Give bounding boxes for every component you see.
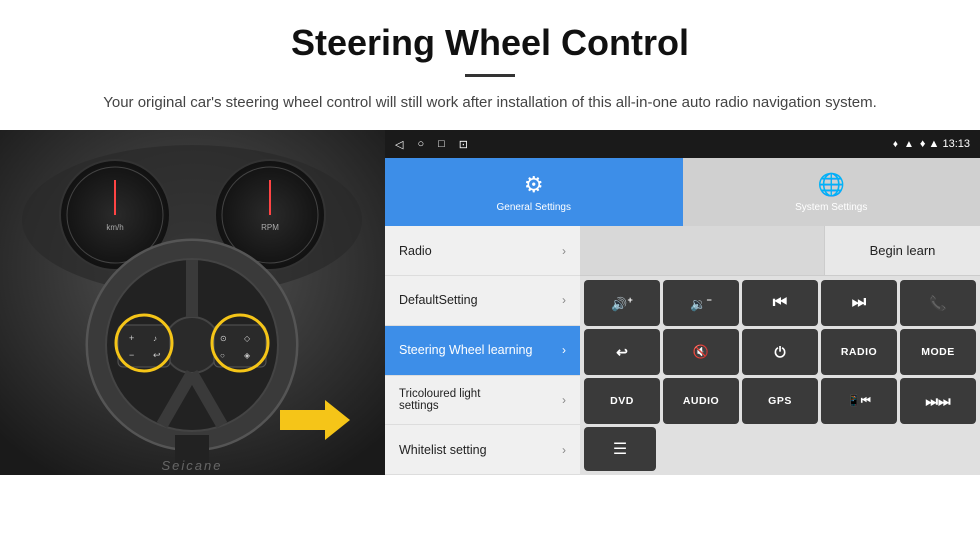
svg-text:◇: ◇ — [244, 334, 251, 343]
page-title: Steering Wheel Control — [40, 22, 940, 64]
phone-prev-icon: 📱⏮ — [847, 394, 871, 408]
audio-button[interactable]: AUDIO — [663, 378, 739, 424]
empty-input-box — [580, 226, 825, 275]
chevron-icon: › — [562, 293, 566, 307]
skip-fwd-icon: ⏭⏭ — [925, 393, 950, 410]
svg-text:♪: ♪ — [153, 334, 157, 343]
svg-text:+: + — [129, 333, 134, 343]
btn-row-3: DVD AUDIO GPS 📱⏮ — [584, 378, 976, 424]
dvd-label: DVD — [610, 395, 634, 407]
power-button[interactable]: ⏻ — [742, 329, 818, 375]
back-icon: ↩ — [616, 344, 628, 361]
right-panel: Begin learn 🔊+ 🔉− — [580, 226, 980, 475]
subtitle-text: Your original car's steering wheel contr… — [80, 91, 900, 114]
menu-default-label: DefaultSetting — [399, 293, 562, 307]
next-track-icon: ⏭ — [852, 294, 866, 312]
next-track-button[interactable]: ⏭ — [821, 280, 897, 326]
svg-text:⊙: ⊙ — [220, 334, 227, 343]
chevron-icon: › — [562, 443, 566, 457]
list-button[interactable]: ☰ — [584, 427, 656, 471]
menu-item-steering[interactable]: Steering Wheel learning › — [385, 326, 580, 376]
title-divider — [465, 74, 515, 77]
mode-button[interactable]: MODE — [900, 329, 976, 375]
gear-icon: ⚙ — [524, 172, 544, 198]
phone-prev-button[interactable]: 📱⏮ — [821, 378, 897, 424]
settings-body: Radio › DefaultSetting › Steering Wheel … — [385, 226, 980, 475]
list-icon: ☰ — [613, 439, 627, 459]
globe-icon: 🌐 — [818, 172, 845, 198]
screenshot-nav-icon[interactable]: ⊡ — [459, 138, 468, 151]
back-button[interactable]: ↩ — [584, 329, 660, 375]
radio-label: RADIO — [841, 346, 877, 358]
wifi-icon: ▲ — [904, 139, 914, 150]
gps-label: GPS — [768, 395, 792, 407]
top-controls: Begin learn — [580, 226, 980, 276]
clock: ♦ ▲ 13:13 — [920, 138, 970, 150]
svg-text:○: ○ — [220, 351, 225, 360]
page-container: Steering Wheel Control Your original car… — [0, 0, 980, 475]
home-nav-icon[interactable]: ○ — [417, 138, 424, 151]
mute-button[interactable]: 🔇 — [663, 329, 739, 375]
menu-steering-label: Steering Wheel learning — [399, 343, 562, 357]
skip-fwd-button[interactable]: ⏭⏭ — [900, 378, 976, 424]
svg-text:−: − — [129, 350, 134, 360]
button-grid: 🔊+ 🔉− ⏮ ⏭ 📞 — [580, 276, 980, 475]
begin-learn-button[interactable]: Begin learn — [825, 226, 980, 275]
recents-nav-icon[interactable]: □ — [438, 138, 445, 151]
power-icon: ⏻ — [774, 344, 785, 361]
tab-system-label: System Settings — [795, 202, 867, 213]
mode-label: MODE — [921, 346, 955, 358]
gps-button[interactable]: GPS — [742, 378, 818, 424]
tab-bar: ⚙ General Settings 🌐 System Settings — [385, 158, 980, 226]
prev-track-button[interactable]: ⏮ — [742, 280, 818, 326]
phone-icon: 📞 — [929, 295, 946, 312]
status-right: ♦ ▲ ♦ ▲ 13:13 — [893, 138, 970, 150]
btn-row-2: ↩ 🔇 ⏻ RADIO MOD — [584, 329, 976, 375]
svg-text:◈: ◈ — [244, 351, 251, 360]
vol-up-button[interactable]: 🔊+ — [584, 280, 660, 326]
chevron-icon: › — [562, 393, 566, 407]
chevron-icon: › — [562, 244, 566, 258]
audio-label: AUDIO — [683, 395, 719, 407]
svg-text:Seicane: Seicane — [162, 458, 223, 473]
back-nav-icon[interactable]: ◁ — [395, 138, 403, 151]
menu-item-tricoloured[interactable]: Tricoloured lightsettings › — [385, 376, 580, 426]
tab-system-settings[interactable]: 🌐 System Settings — [683, 158, 980, 226]
menu-whitelist-label: Whitelist setting — [399, 443, 562, 457]
menu-radio-label: Radio — [399, 244, 562, 258]
android-ui: ◁ ○ □ ⊡ ♦ ▲ ♦ ▲ 13:13 ⚙ General Settings — [385, 130, 980, 475]
vol-up-icon: 🔊+ — [611, 295, 632, 312]
steering-wheel-image: km/h RPM + ♪ — [0, 130, 385, 475]
svg-text:↩: ↩ — [153, 350, 161, 360]
btn-row-1: 🔊+ 🔉− ⏮ ⏭ 📞 — [584, 280, 976, 326]
phone-button[interactable]: 📞 — [900, 280, 976, 326]
dvd-button[interactable]: DVD — [584, 378, 660, 424]
vol-down-icon: 🔉− — [690, 295, 711, 312]
radio-button[interactable]: RADIO — [821, 329, 897, 375]
prev-track-icon: ⏮ — [773, 294, 787, 312]
content-area: km/h RPM + ♪ — [0, 130, 980, 475]
tab-general-settings[interactable]: ⚙ General Settings — [385, 158, 683, 226]
header-section: Steering Wheel Control Your original car… — [0, 0, 980, 130]
svg-text:RPM: RPM — [261, 223, 279, 232]
vol-down-button[interactable]: 🔉− — [663, 280, 739, 326]
menu-item-default[interactable]: DefaultSetting › — [385, 276, 580, 326]
menu-item-radio[interactable]: Radio › — [385, 226, 580, 276]
menu-tricoloured-label: Tricoloured lightsettings — [399, 388, 562, 412]
svg-text:km/h: km/h — [106, 223, 123, 232]
status-icons-left: ◁ ○ □ ⊡ — [395, 138, 468, 151]
btn-row-4: ☰ — [584, 427, 976, 471]
left-menu: Radio › DefaultSetting › Steering Wheel … — [385, 226, 580, 475]
gps-icon: ♦ — [893, 139, 898, 150]
chevron-icon: › — [562, 343, 566, 357]
mute-icon: 🔇 — [693, 344, 709, 360]
status-bar: ◁ ○ □ ⊡ ♦ ▲ ♦ ▲ 13:13 — [385, 130, 980, 158]
menu-item-whitelist[interactable]: Whitelist setting › — [385, 425, 580, 475]
tab-general-label: General Settings — [497, 202, 572, 213]
